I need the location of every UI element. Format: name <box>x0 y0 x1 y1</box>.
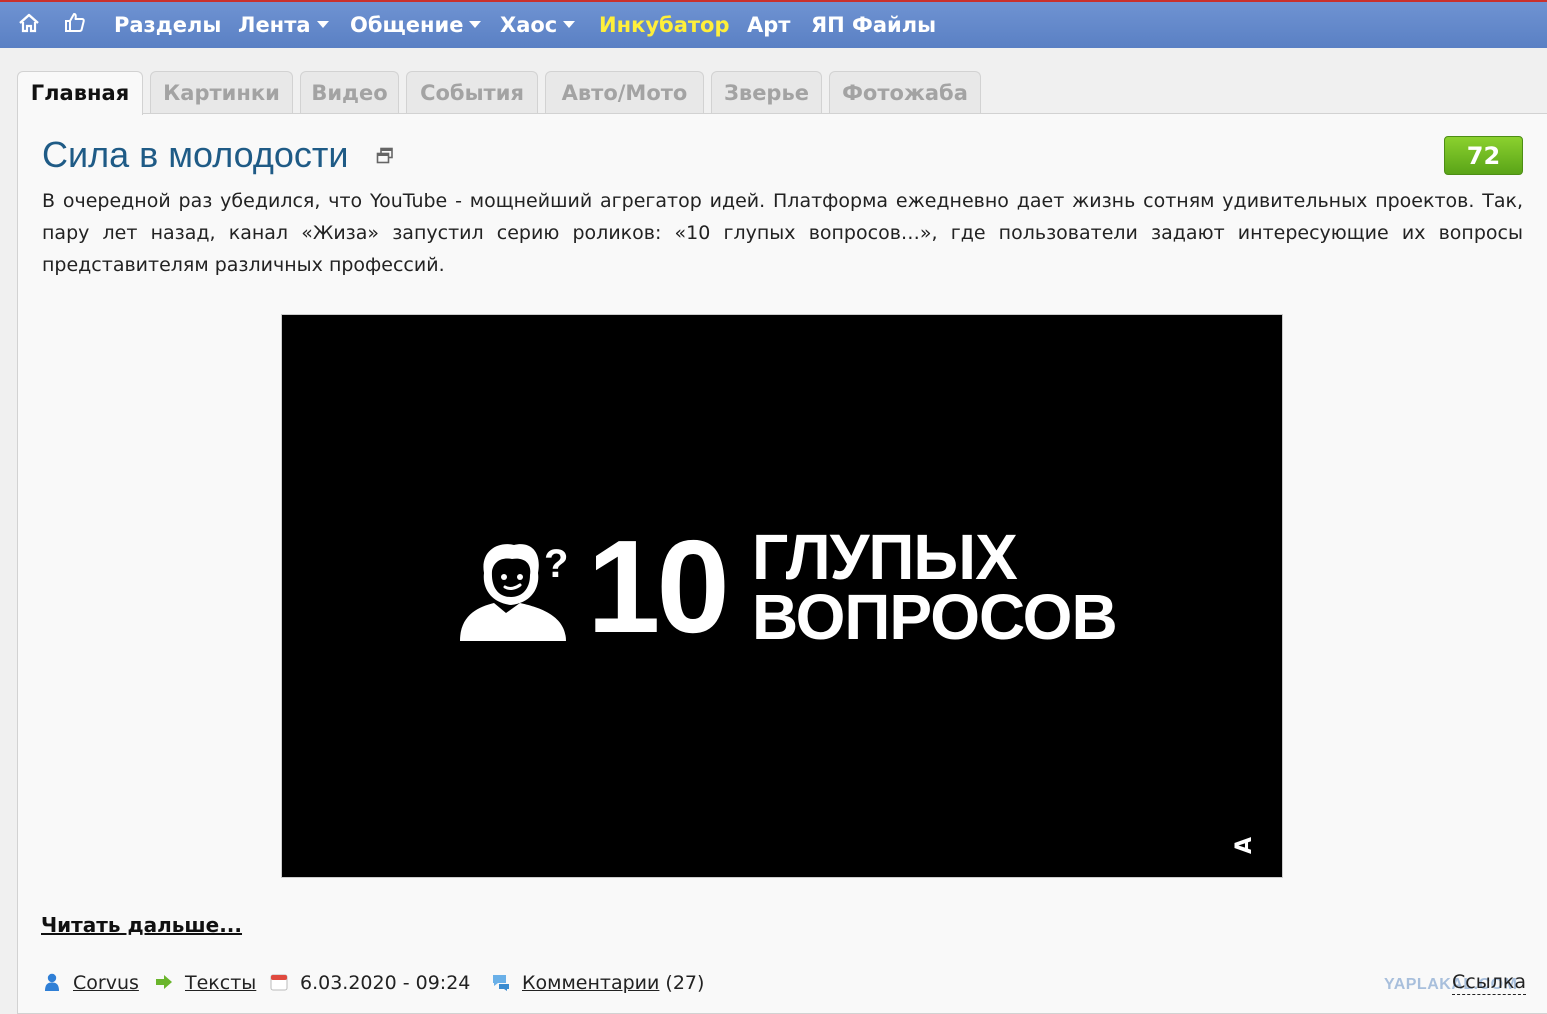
post-date: 6.03.2020 - 09:24 <box>300 972 471 994</box>
open-in-new-window-icon[interactable] <box>376 147 394 165</box>
tab-glavnaya[interactable]: Главная <box>17 71 143 115</box>
nav-item-art[interactable]: Арт <box>747 12 790 38</box>
tab-avto-moto[interactable]: Авто/Мото <box>545 71 704 114</box>
video-title-words: ГЛУПЫХ ВОПРОСОВ <box>752 521 1118 653</box>
nav-item-razdely[interactable]: Разделы <box>114 12 221 38</box>
post-title[interactable]: Сила в молодости <box>42 133 349 177</box>
user-icon <box>45 973 59 991</box>
nav-item-inkubator[interactable]: Инкубатор <box>599 12 730 38</box>
arrow-right-icon <box>156 975 172 989</box>
section-link[interactable]: Тексты <box>185 970 256 996</box>
comments-icon <box>493 975 509 991</box>
permalink-link[interactable]: Ссылка <box>1452 970 1526 995</box>
section-name[interactable]: Тексты <box>185 972 256 994</box>
person-question-icon: ? <box>460 542 568 641</box>
nav-item-khaos[interactable]: Хаос <box>500 12 576 38</box>
comments-link[interactable]: Комментарии <box>522 972 659 994</box>
tab-fotozhaba[interactable]: Фотожаба <box>829 71 981 114</box>
tab-sobytiya[interactable]: События <box>406 71 538 114</box>
chevron-down-icon <box>469 20 482 28</box>
author-link[interactable]: Corvus <box>73 970 139 996</box>
nav-item-yap-files[interactable]: ЯП Файлы <box>811 12 936 38</box>
post-body-text: В очередной раз убедился, что YouTube - … <box>42 190 1523 276</box>
video-title-line-1: ГЛУПЫХ <box>752 521 1018 593</box>
top-navigation-bar: Разделы Лента Общение Хаос Инкубатор Арт… <box>0 0 1547 48</box>
nav-item-khaos-label: Хаос <box>500 13 558 37</box>
channel-logo: A <box>1232 836 1258 855</box>
video-title-line-2: ВОПРОСОВ <box>752 581 1118 653</box>
tab-zverye[interactable]: Зверье <box>711 71 822 114</box>
chevron-down-icon <box>316 20 329 28</box>
comments-count: (27) <box>665 972 705 994</box>
author-name[interactable]: Corvus <box>73 972 139 994</box>
nav-item-obshchenie-label: Общение <box>350 13 464 37</box>
video-title-number: 10 <box>587 513 730 660</box>
nav-item-obshchenie[interactable]: Общение <box>350 12 482 38</box>
comments-link-wrapper: Комментарии (27) <box>522 970 704 996</box>
calendar-icon <box>270 974 288 991</box>
chevron-down-icon <box>563 20 576 28</box>
tab-kartinki[interactable]: Картинки <box>150 71 293 114</box>
rating-badge: 72 <box>1444 136 1523 175</box>
nav-item-lenta-label: Лента <box>238 13 311 37</box>
nav-item-lenta[interactable]: Лента <box>238 12 329 38</box>
home-icon[interactable] <box>17 11 41 35</box>
tab-video[interactable]: Видео <box>300 71 399 114</box>
svg-text:?: ? <box>544 542 568 586</box>
read-more-link[interactable]: Читать дальше... <box>41 913 242 937</box>
video-player[interactable]: ? 10 ГЛУПЫХ ВОПРОСОВ A <box>281 314 1283 878</box>
thumbs-up-icon[interactable] <box>63 11 87 35</box>
